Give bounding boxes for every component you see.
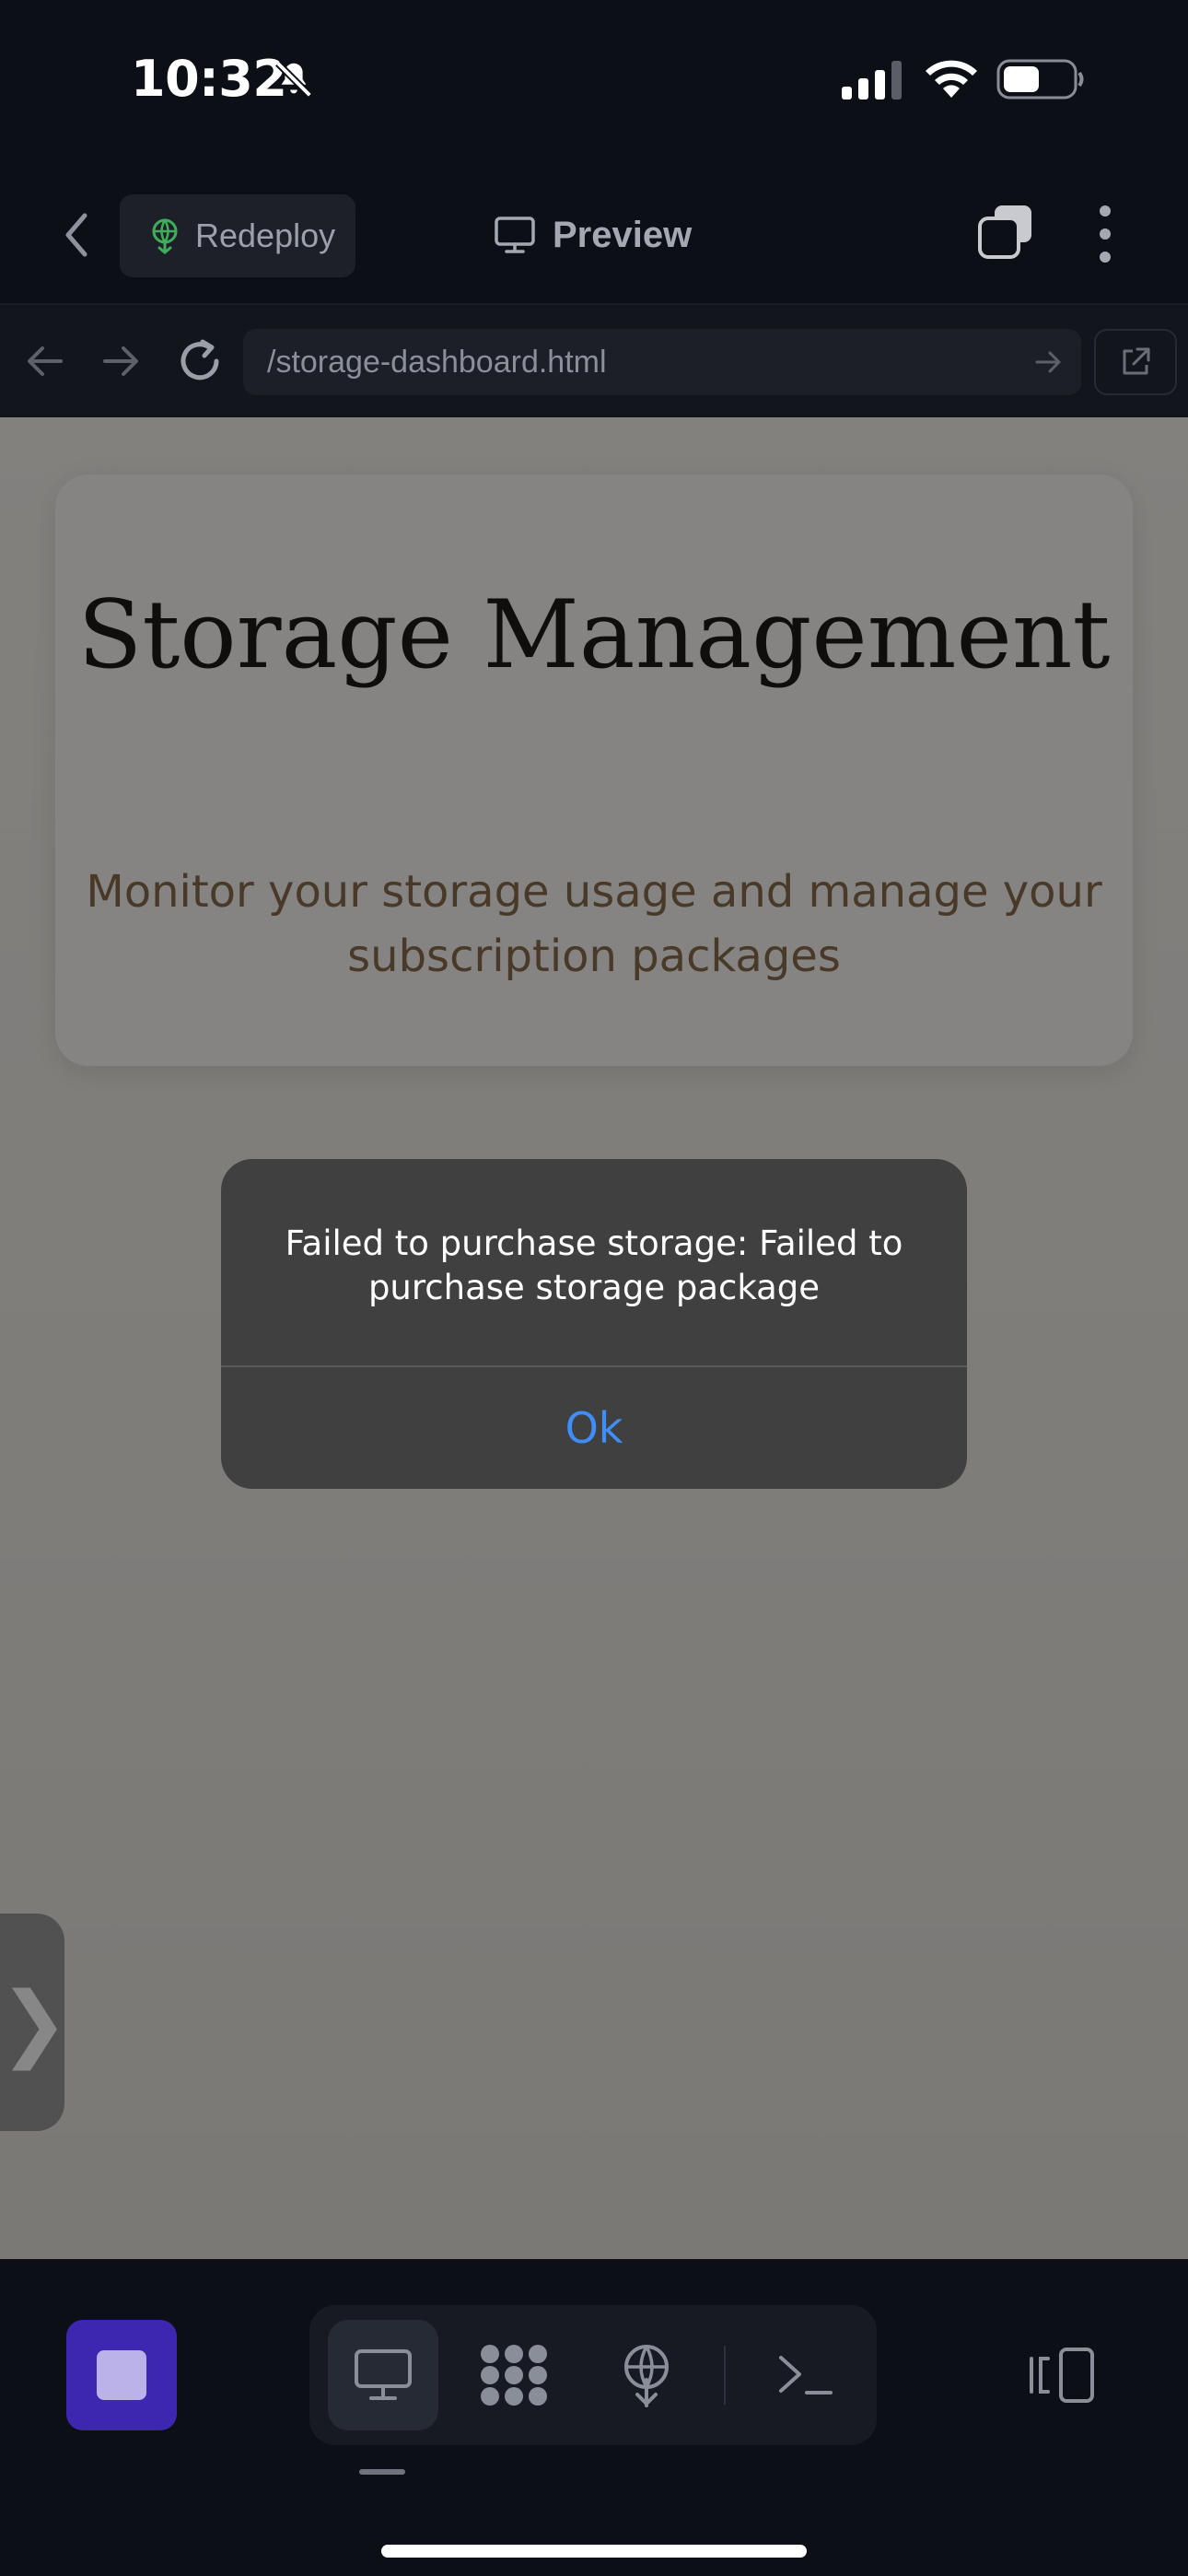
alert-dialog: Failed to purchase storage: Failed to pu… — [221, 1159, 967, 1489]
external-link-icon — [1123, 347, 1150, 375]
go-arrow-icon[interactable] — [1033, 347, 1063, 377]
stop-button[interactable] — [66, 2320, 177, 2430]
monitor-icon — [495, 217, 535, 253]
cellular-signal-icon — [842, 61, 902, 100]
battery-icon — [996, 59, 1084, 100]
chevron-left-icon — [65, 213, 87, 257]
url-input[interactable]: /storage-dashboard.html — [243, 329, 1081, 395]
url-text: /storage-dashboard.html — [267, 344, 607, 380]
terminal-icon — [779, 2356, 833, 2395]
stop-icon — [97, 2350, 146, 2400]
preview-title: Preview — [494, 207, 692, 263]
arrow-right-icon[interactable] — [99, 340, 142, 382]
reload-icon[interactable] — [175, 336, 225, 386]
monitor-icon — [355, 2349, 412, 2400]
alert-ok-button[interactable]: Ok — [221, 1367, 967, 1489]
terminal-tab-button[interactable] — [750, 2320, 860, 2430]
browser-url-row: /storage-dashboard.html — [0, 305, 1188, 417]
preview-label: Preview — [553, 214, 693, 255]
home-indicator — [381, 2545, 807, 2558]
windows-switch-icon[interactable] — [976, 202, 1035, 261]
active-tab-indicator — [359, 2469, 405, 2475]
alert-message: Failed to purchase storage: Failed to pu… — [285, 1224, 903, 1307]
redeploy-label: Redeploy — [195, 217, 336, 254]
arrow-left-icon[interactable] — [24, 340, 66, 382]
preview-tab-button[interactable] — [328, 2320, 438, 2430]
toolbar-divider — [724, 2346, 726, 2405]
apps-grid-icon — [481, 2345, 547, 2406]
status-bar: 10:32 — [0, 0, 1188, 161]
apps-tab-button[interactable] — [459, 2320, 569, 2430]
bottom-toolbar — [0, 2259, 1188, 2576]
view-switcher — [309, 2305, 877, 2445]
deploy-icon — [624, 2345, 669, 2407]
wifi-icon — [926, 60, 977, 98]
open-external-button[interactable] — [1094, 329, 1177, 395]
deploy-tab-button[interactable] — [591, 2320, 702, 2430]
more-vertical-icon[interactable] — [1087, 202, 1124, 266]
web-preview: Storage Management Monitor your storage … — [0, 417, 1188, 2259]
split-layout-icon[interactable] — [1028, 2338, 1101, 2412]
back-button[interactable] — [55, 209, 98, 261]
redeploy-button[interactable]: Redeploy — [120, 194, 355, 277]
status-time: 10:32 — [131, 50, 287, 108]
app-header: Redeploy Preview — [0, 161, 1188, 305]
deploy-globe-icon — [152, 218, 178, 254]
bell-muted-icon — [275, 61, 312, 98]
